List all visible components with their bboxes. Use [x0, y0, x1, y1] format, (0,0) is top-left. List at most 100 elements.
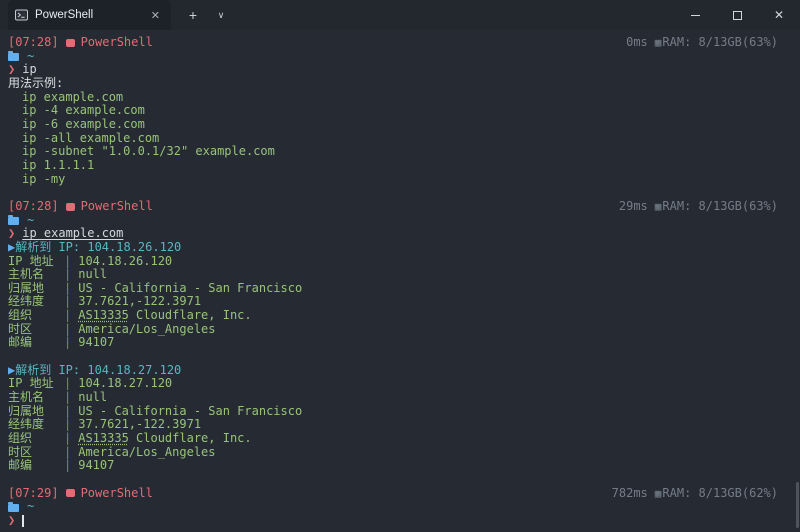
pipe-separator: | — [64, 268, 71, 282]
titlebar: PowerShell ✕ + ∨ ✕ — [0, 0, 800, 30]
pipe-separator: | — [64, 323, 71, 337]
result-heading-line: ▶ 解析到 IP: 104.18.26.120 — [8, 241, 800, 255]
info-value: 94107 — [78, 336, 114, 350]
info-row: 组织 | AS13335 Cloudflare, Inc. — [8, 309, 800, 323]
info-value: 94107 — [78, 459, 114, 473]
info-value: US - California - San Francisco — [78, 282, 302, 296]
usage-example: ip -4 example.com — [8, 104, 800, 118]
info-value: null — [78, 268, 107, 282]
result-arrow-icon: ▶ — [8, 241, 15, 255]
command-line: ❯ ip — [8, 63, 800, 77]
text-cursor — [22, 515, 24, 527]
blank-line — [8, 350, 800, 364]
command-duration: 0ms — [626, 36, 648, 50]
pipe-separator: | — [64, 309, 71, 323]
info-row: IP 地址 | 104.18.26.120 — [8, 255, 800, 269]
info-value: 104.18.27.120 — [78, 377, 172, 391]
maximize-button[interactable] — [716, 0, 758, 30]
cwd-path: ~ — [27, 214, 34, 228]
scrollbar-thumb[interactable] — [796, 482, 799, 528]
folder-icon — [8, 53, 19, 61]
info-value: 104.18.26.120 — [78, 255, 172, 269]
pipe-separator: | — [64, 391, 71, 405]
folder-icon — [8, 504, 19, 512]
minimize-button[interactable] — [674, 0, 716, 30]
info-row: 主机名 | null — [8, 391, 800, 405]
info-value: America/Los_Angeles — [78, 446, 215, 460]
prompt-shell-name: PowerShell — [81, 487, 153, 501]
blank-line — [8, 186, 800, 200]
tab-title: PowerShell — [35, 9, 148, 21]
info-value: null — [78, 391, 107, 405]
info-row: 主机名 | null — [8, 268, 800, 282]
usage-heading-text: 用法示例: — [8, 77, 63, 91]
info-label: 主机名 — [8, 391, 64, 405]
pipe-separator: | — [64, 432, 71, 446]
terminal-content[interactable]: [07:28] PowerShell 0ms ▦ RAM: 8/13GB(63%… — [0, 30, 800, 532]
info-label: 邮编 — [8, 336, 64, 350]
asn-link[interactable]: AS13335 — [78, 308, 129, 322]
ram-usage: RAM: 8/13GB(63%) — [662, 200, 778, 214]
info-row: IP 地址 | 104.18.27.120 — [8, 377, 800, 391]
info-label: 主机名 — [8, 268, 64, 282]
usage-example: ip -6 example.com — [8, 118, 800, 132]
usage-example-text: ip -all example.com — [22, 132, 159, 146]
maximize-icon — [733, 11, 742, 20]
powershell-badge-icon — [66, 39, 75, 47]
cwd-path: ~ — [27, 50, 34, 64]
pipe-separator: | — [64, 418, 71, 432]
pipe-separator: | — [64, 336, 71, 350]
command-text: ip example.com — [22, 227, 123, 241]
close-icon: ✕ — [774, 8, 784, 22]
cwd-line: ~ — [8, 214, 800, 228]
info-row: 归属地 | US - California - San Francisco — [8, 405, 800, 419]
pipe-separator: | — [64, 377, 71, 391]
command-duration: 29ms — [619, 200, 648, 214]
usage-heading: 用法示例: — [8, 77, 800, 91]
cwd-line: ~ — [8, 500, 800, 514]
prompt-header: [07:28] PowerShell 0ms ▦ RAM: 8/13GB(63%… — [8, 36, 800, 50]
info-value: 37.7621,-122.3971 — [78, 418, 201, 432]
pipe-separator: | — [64, 405, 71, 419]
tab-powershell[interactable]: PowerShell ✕ — [8, 0, 171, 30]
usage-example-text: ip example.com — [22, 91, 123, 105]
close-button[interactable]: ✕ — [758, 0, 800, 30]
org-name: Cloudflare, Inc. — [129, 431, 252, 445]
pipe-separator: | — [64, 295, 71, 309]
usage-example-text: ip -my — [22, 173, 65, 187]
cwd-path: ~ — [27, 500, 34, 514]
info-row: 组织 | AS13335 Cloudflare, Inc. — [8, 432, 800, 446]
terminal-window: PowerShell ✕ + ∨ ✕ [07:28] PowerShell 0m… — [0, 0, 800, 532]
prompt-time: [07:29] — [8, 487, 59, 501]
info-label: 组织 — [8, 309, 64, 323]
command-duration: 782ms — [612, 487, 648, 501]
cwd-line: ~ — [8, 50, 800, 64]
new-tab-button[interactable]: + — [178, 0, 208, 30]
asn-link[interactable]: AS13335 — [78, 431, 129, 445]
info-row: 邮编 | 94107 — [8, 336, 800, 350]
prompt-shell-name: PowerShell — [81, 36, 153, 50]
info-value: US - California - San Francisco — [78, 405, 302, 419]
prompt-header: [07:28] PowerShell 29ms ▦ RAM: 8/13GB(63… — [8, 200, 800, 214]
tab-close-icon[interactable]: ✕ — [148, 7, 163, 24]
ram-usage: RAM: 8/13GB(63%) — [662, 36, 778, 50]
usage-example-text: ip -4 example.com — [22, 104, 145, 118]
prompt-status: 0ms ▦ RAM: 8/13GB(63%) — [626, 36, 800, 50]
prompt-shell-name: PowerShell — [81, 200, 153, 214]
pipe-separator: | — [64, 446, 71, 460]
usage-example: ip -all example.com — [8, 132, 800, 146]
info-row: 邮编 | 94107 — [8, 459, 800, 473]
info-row: 经纬度 | 37.7621,-122.3971 — [8, 418, 800, 432]
prompt-time: [07:28] — [8, 36, 59, 50]
titlebar-drag-region — [234, 0, 674, 30]
command-input-line[interactable]: ❯ — [8, 514, 800, 528]
info-value: America/Los_Angeles — [78, 323, 215, 337]
info-value: AS13335 Cloudflare, Inc. — [78, 309, 251, 323]
usage-example: ip 1.1.1.1 — [8, 159, 800, 173]
powershell-badge-icon — [66, 203, 75, 211]
tab-dropdown-button[interactable]: ∨ — [208, 0, 234, 30]
usage-example-text: ip 1.1.1.1 — [22, 159, 94, 173]
prompt-status: 29ms ▦ RAM: 8/13GB(63%) — [619, 200, 800, 214]
info-value: 37.7621,-122.3971 — [78, 295, 201, 309]
info-row: 归属地 | US - California - San Francisco — [8, 282, 800, 296]
